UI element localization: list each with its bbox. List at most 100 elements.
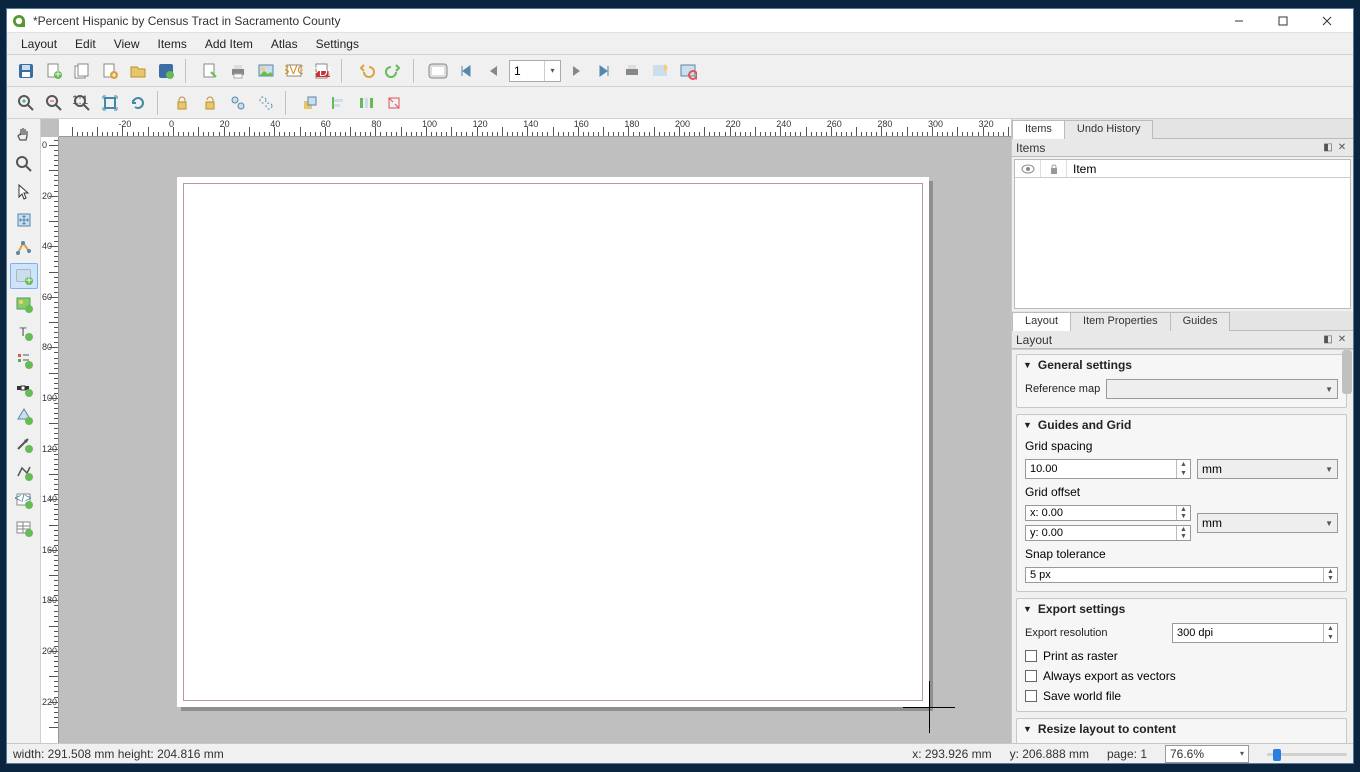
export-pdf-icon[interactable]: PDF (309, 58, 335, 84)
print-as-raster-checkbox[interactable]: Print as raster (1025, 649, 1338, 663)
grid-spacing-input[interactable]: ▲▼ (1025, 459, 1191, 479)
pan-tool-icon[interactable] (10, 123, 38, 149)
add-picture-icon[interactable] (10, 291, 38, 317)
add-scalebar-icon[interactable] (10, 375, 38, 401)
visibility-column-icon[interactable] (1015, 160, 1041, 177)
menu-settings[interactable]: Settings (308, 35, 367, 53)
close-icon[interactable]: ✕ (1335, 142, 1349, 153)
grid-offset-x-input[interactable]: ▲▼ (1025, 505, 1191, 521)
add-label-icon[interactable]: T (10, 319, 38, 345)
print-icon[interactable] (225, 58, 251, 84)
svg-text:+: + (54, 67, 61, 80)
zoom-combo[interactable]: 76.6%▾ (1165, 745, 1249, 763)
layout-panel-header: Layout ◧ ✕ (1012, 331, 1353, 349)
open-template-icon[interactable] (125, 58, 151, 84)
chevron-down-icon[interactable]: ▾ (544, 61, 560, 81)
refresh-icon[interactable] (125, 90, 151, 116)
item-column-header: Item (1067, 160, 1350, 177)
menu-edit[interactable]: Edit (67, 35, 104, 53)
undock-icon[interactable]: ◧ (1321, 334, 1335, 345)
new-layout-icon[interactable]: + (41, 58, 67, 84)
status-bar: width: 291.508 mm height: 204.816 mm x: … (7, 743, 1353, 763)
atlas-page-value[interactable] (510, 64, 544, 78)
atlas-next-icon[interactable] (563, 58, 589, 84)
group-icon[interactable] (225, 90, 251, 116)
add-from-template-icon[interactable] (197, 58, 223, 84)
zoom-tool-icon[interactable] (10, 151, 38, 177)
grid-offset-y-input[interactable]: ▲▼ (1025, 525, 1191, 541)
undo-icon[interactable] (353, 58, 379, 84)
menu-items[interactable]: Items (150, 35, 195, 53)
lock-icon[interactable] (169, 90, 195, 116)
add-legend-icon[interactable] (10, 347, 38, 373)
raise-icon[interactable] (297, 90, 323, 116)
atlas-page-input[interactable]: ▾ (509, 60, 561, 82)
atlas-first-icon[interactable] (453, 58, 479, 84)
tab-layout[interactable]: Layout (1012, 312, 1071, 331)
atlas-preview-icon[interactable] (425, 58, 451, 84)
zoom-out-icon[interactable] (41, 90, 67, 116)
add-shape-icon[interactable] (10, 403, 38, 429)
menu-add-item[interactable]: Add Item (197, 35, 261, 53)
items-list[interactable]: Item (1014, 159, 1351, 309)
zoom-full-icon[interactable] (97, 90, 123, 116)
maximize-button[interactable] (1261, 10, 1305, 32)
redo-icon[interactable] (381, 58, 407, 84)
align-left-icon[interactable] (325, 90, 351, 116)
menu-layout[interactable]: Layout (13, 35, 65, 53)
export-image-icon[interactable] (253, 58, 279, 84)
atlas-prev-icon[interactable] (481, 58, 507, 84)
tab-item-properties[interactable]: Item Properties (1070, 312, 1171, 331)
scrollbar-thumb[interactable] (1342, 350, 1352, 394)
title-bar: *Percent Hispanic by Census Tract in Sac… (7, 9, 1353, 33)
grid-offset-unit-combo[interactable]: mm▼ (1197, 513, 1338, 533)
resize-icon[interactable] (381, 90, 407, 116)
zoom-slider[interactable] (1267, 747, 1347, 761)
tab-guides[interactable]: Guides (1170, 312, 1231, 331)
tab-items[interactable]: Items (1012, 120, 1065, 139)
layout-manager-icon[interactable] (97, 58, 123, 84)
minimize-button[interactable] (1217, 10, 1261, 32)
tab-undo-history[interactable]: Undo History (1064, 120, 1154, 139)
always-export-vectors-checkbox[interactable]: Always export as vectors (1025, 669, 1338, 683)
add-table-icon[interactable] (10, 515, 38, 541)
grid-spacing-unit-combo[interactable]: mm▼ (1197, 459, 1338, 479)
move-content-icon[interactable] (10, 207, 38, 233)
atlas-last-icon[interactable] (591, 58, 617, 84)
right-panel: Items Undo History Items ◧ ✕ Item Layout… (1011, 119, 1353, 743)
item-toolbox: + T </> (7, 119, 41, 743)
atlas-export-icon[interactable] (647, 58, 673, 84)
export-svg-icon[interactable]: SVG (281, 58, 307, 84)
layout-properties[interactable]: ▼General settings Reference map ▼ ▼Guide… (1012, 349, 1353, 743)
layout-page[interactable] (177, 177, 929, 707)
close-icon[interactable]: ✕ (1335, 334, 1349, 345)
undock-icon[interactable]: ◧ (1321, 142, 1335, 153)
menu-atlas[interactable]: Atlas (263, 35, 306, 53)
reference-map-combo[interactable]: ▼ (1106, 379, 1338, 399)
select-tool-icon[interactable] (10, 179, 38, 205)
export-resolution-label: Export resolution (1025, 627, 1166, 639)
close-button[interactable] (1305, 10, 1349, 32)
atlas-settings-icon[interactable] (675, 58, 701, 84)
zoom-in-icon[interactable] (13, 90, 39, 116)
edit-nodes-icon[interactable] (10, 235, 38, 261)
distribute-icon[interactable] (353, 90, 379, 116)
atlas-print-icon[interactable] (619, 58, 645, 84)
layout-canvas[interactable] (59, 137, 1011, 743)
snap-tolerance-input[interactable]: ▲▼ (1025, 567, 1338, 583)
save-icon[interactable] (13, 58, 39, 84)
add-node-item-icon[interactable] (10, 459, 38, 485)
export-resolution-input[interactable]: ▲▼ (1172, 623, 1338, 643)
lock-column-icon[interactable] (1041, 160, 1067, 177)
save-world-file-checkbox[interactable]: Save world file (1025, 689, 1338, 703)
ungroup-icon[interactable] (253, 90, 279, 116)
save-template-icon[interactable] (153, 58, 179, 84)
add-arrow-icon[interactable] (10, 431, 38, 457)
duplicate-layout-icon[interactable] (69, 58, 95, 84)
menu-view[interactable]: View (106, 35, 148, 53)
unlock-icon[interactable] (197, 90, 223, 116)
zoom-actual-icon[interactable]: 1:1 (69, 90, 95, 116)
add-map-icon[interactable]: + (10, 263, 38, 289)
status-dimensions: width: 291.508 mm height: 204.816 mm (13, 747, 224, 761)
add-html-icon[interactable]: </> (10, 487, 38, 513)
